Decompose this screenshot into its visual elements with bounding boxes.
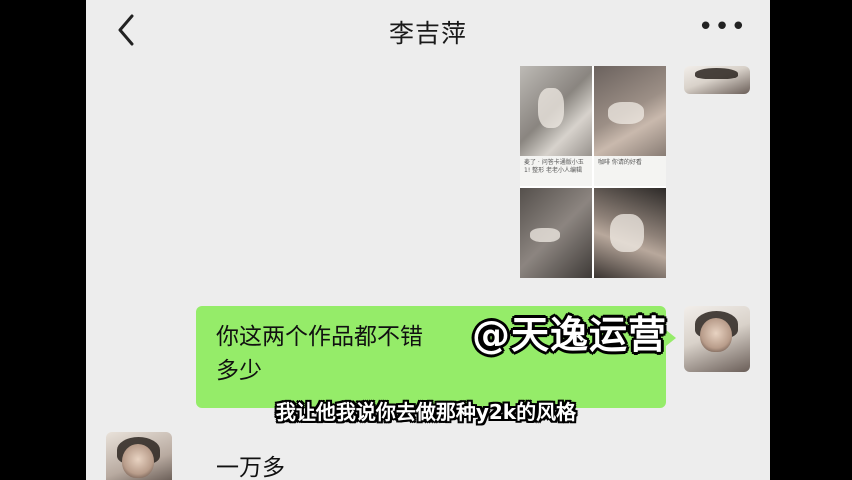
my-avatar-top[interactable] xyxy=(684,66,750,94)
image-collage-message[interactable]: 麦了 · 问答卡通版小玉 1! 整形 老老小人编辑 咖啡 你请的好看 xyxy=(520,66,666,278)
image-tile-2: 咖啡 你请的好看 xyxy=(594,66,666,186)
chat-header: 李吉萍 ••• xyxy=(86,0,770,62)
image-caption-2: 咖啡 你请的好看 xyxy=(594,156,666,186)
image-tile-1: 麦了 · 问答卡通版小玉 1! 整形 老老小人编辑 xyxy=(520,66,592,186)
image-tile-4 xyxy=(594,188,666,278)
image-detail xyxy=(530,228,560,242)
image-caption-1: 麦了 · 问答卡通版小玉 1! 整形 老老小人编辑 xyxy=(520,156,592,186)
my-avatar[interactable] xyxy=(684,306,750,372)
chat-title: 李吉萍 xyxy=(388,19,467,48)
avatar-face xyxy=(121,443,154,479)
more-options-button[interactable]: ••• xyxy=(698,14,746,41)
more-icon: ••• xyxy=(698,12,748,42)
watermark-text: @天逸运营 xyxy=(472,313,668,357)
contact-avatar[interactable] xyxy=(106,432,172,480)
video-subtitle: 我让他我说你去做那种y2k的风格 xyxy=(275,400,577,424)
image-detail xyxy=(538,88,564,128)
avatar-hair xyxy=(694,68,739,80)
incoming-message-text[interactable]: 一万多 xyxy=(216,448,285,480)
image-detail xyxy=(608,102,644,124)
image-tile-3 xyxy=(520,188,592,278)
avatar-face xyxy=(699,317,732,353)
image-detail xyxy=(610,214,644,252)
